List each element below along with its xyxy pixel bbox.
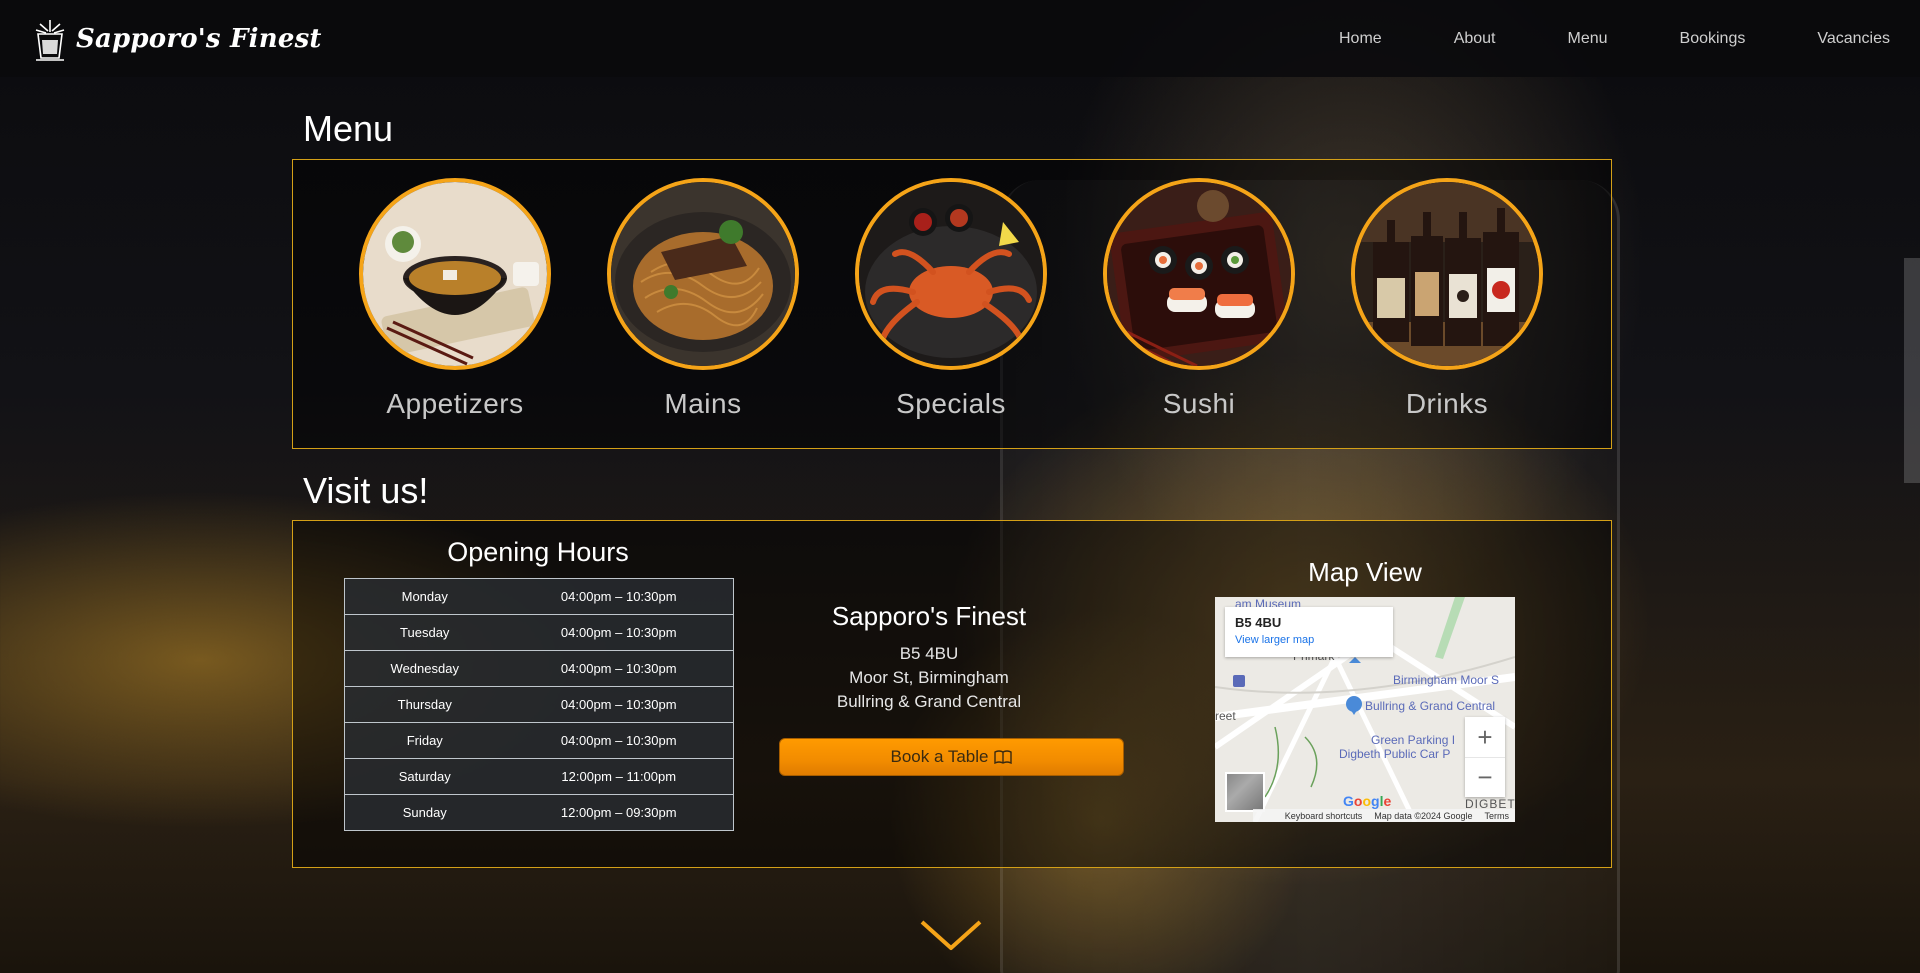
table-row: Thursday 04:00pm – 10:30pm <box>344 686 734 723</box>
sake-glass-icon <box>35 19 65 61</box>
nav-links: Home About Menu Bookings Vacancies <box>1267 0 1890 77</box>
map-zoom-control: + − <box>1465 717 1505 797</box>
miso-soup-image <box>359 178 551 370</box>
brand[interactable]: Sapporo's Finest <box>28 16 322 62</box>
map-footer: Keyboard shortcuts Map data ©2024 Google… <box>1253 809 1515 822</box>
map-label-parking1: Green Parking I <box>1371 733 1456 747</box>
address-block: Sapporo's Finest B5 4BU Moor St, Birming… <box>779 601 1079 714</box>
menu-card-label: Specials <box>896 388 1006 419</box>
hours-time: 04:00pm – 10:30pm <box>504 614 734 651</box>
table-row: Sunday 12:00pm – 09:30pm <box>344 794 734 831</box>
hours-day: Tuesday <box>344 614 505 651</box>
zoom-in-button[interactable]: + <box>1465 717 1505 757</box>
hours-time: 12:00pm – 11:00pm <box>504 758 734 795</box>
map-card-title: B5 4BU <box>1235 615 1282 630</box>
scrollbar-thumb[interactable] <box>1904 258 1920 483</box>
nav-bookings[interactable]: Bookings <box>1680 30 1746 48</box>
menu-panel: Appetizers Mains Specials Sushi Drinks <box>292 159 1612 449</box>
chevron-down-icon[interactable] <box>918 918 984 952</box>
zoom-out-button[interactable]: − <box>1465 757 1505 797</box>
nav-home[interactable]: Home <box>1339 30 1382 48</box>
nav-about[interactable]: About <box>1454 30 1496 48</box>
hours-time: 12:00pm – 09:30pm <box>504 794 734 831</box>
nav-menu[interactable]: Menu <box>1568 30 1608 48</box>
hours-day: Sunday <box>344 794 505 831</box>
brand-name: Sapporo's Finest <box>76 23 322 54</box>
keyboard-shortcuts-link[interactable]: Keyboard shortcuts <box>1285 811 1363 821</box>
hours-day: Thursday <box>344 686 505 723</box>
hours-day: Saturday <box>344 758 505 795</box>
book-table-label: Book a Table <box>890 747 989 766</box>
table-row: Tuesday 04:00pm – 10:30pm <box>344 614 734 651</box>
map-info-card: B5 4BU View larger map <box>1225 607 1393 657</box>
hours-time: 04:00pm – 10:30pm <box>504 578 734 615</box>
table-row: Saturday 12:00pm – 11:00pm <box>344 758 734 795</box>
map-label-station-grand-central: Bullring & Grand Central <box>1365 699 1496 713</box>
google-logo: Google <box>1343 793 1392 809</box>
map-data-attribution: Map data ©2024 Google <box>1374 810 1473 821</box>
hours-time: 04:00pm – 10:30pm <box>504 686 734 723</box>
menu-card-label: Appetizers <box>386 388 524 419</box>
opening-hours-title: Opening Hours <box>447 537 629 567</box>
embedded-map[interactable]: am Museum Primark Birmingham Moor S Bull… <box>1215 597 1515 822</box>
hours-time: 04:00pm – 10:30pm <box>504 722 734 759</box>
table-row: Wednesday 04:00pm – 10:30pm <box>344 650 734 687</box>
map-view-title: Map View <box>1308 557 1422 587</box>
map-label-station-moor: Birmingham Moor S <box>1393 673 1500 687</box>
noodles-image <box>607 178 799 370</box>
hours-time: 04:00pm – 10:30pm <box>504 650 734 687</box>
restaurant-name: Sapporo's Finest <box>831 601 1027 631</box>
sushi-platter-image <box>1103 178 1295 370</box>
menu-card-drinks[interactable]: Drinks <box>1347 178 1547 420</box>
map-label-parking2: Digbeth Public Car P <box>1339 747 1451 761</box>
address-postcode: B5 4BU <box>899 644 959 663</box>
crab-image <box>855 178 1047 370</box>
book-icon <box>994 750 1013 764</box>
menu-card-sushi[interactable]: Sushi <box>1099 178 1299 420</box>
visit-section-title: Visit us! <box>303 470 429 511</box>
menu-card-label: Drinks <box>1405 388 1489 419</box>
street-view-thumbnail[interactable] <box>1225 772 1265 812</box>
menu-card-appetizers[interactable]: Appetizers <box>355 178 555 420</box>
nav-vacancies[interactable]: Vacancies <box>1817 30 1890 48</box>
terms-link[interactable]: Terms <box>1485 811 1510 821</box>
view-larger-map-link[interactable]: View larger map <box>1235 634 1383 646</box>
menu-section-title: Menu <box>303 108 394 149</box>
opening-hours-table: Monday 04:00pm – 10:30pm Tuesday 04:00pm… <box>344 578 734 831</box>
menu-card-specials[interactable]: Specials <box>851 178 1051 420</box>
map-label-street: reet <box>1215 709 1236 723</box>
table-row: Monday 04:00pm – 10:30pm <box>344 578 734 615</box>
menu-card-label: Mains <box>664 388 742 419</box>
book-table-button[interactable]: Book a Table <box>779 738 1124 776</box>
menu-card-mains[interactable]: Mains <box>603 178 803 420</box>
menu-card-label: Sushi <box>1162 388 1236 419</box>
hours-day: Monday <box>344 578 505 615</box>
navbar: Sapporo's Finest Home About Menu Booking… <box>0 0 1920 77</box>
hours-day: Wednesday <box>344 650 505 687</box>
sake-bottles-image <box>1351 178 1543 370</box>
address-street: Moor St, Birmingham <box>849 668 1009 687</box>
visit-panel: Opening Hours Monday 04:00pm – 10:30pm T… <box>292 520 1612 868</box>
hours-day: Friday <box>344 722 505 759</box>
address-area: Bullring & Grand Central <box>836 692 1022 711</box>
table-row: Friday 04:00pm – 10:30pm <box>344 722 734 759</box>
